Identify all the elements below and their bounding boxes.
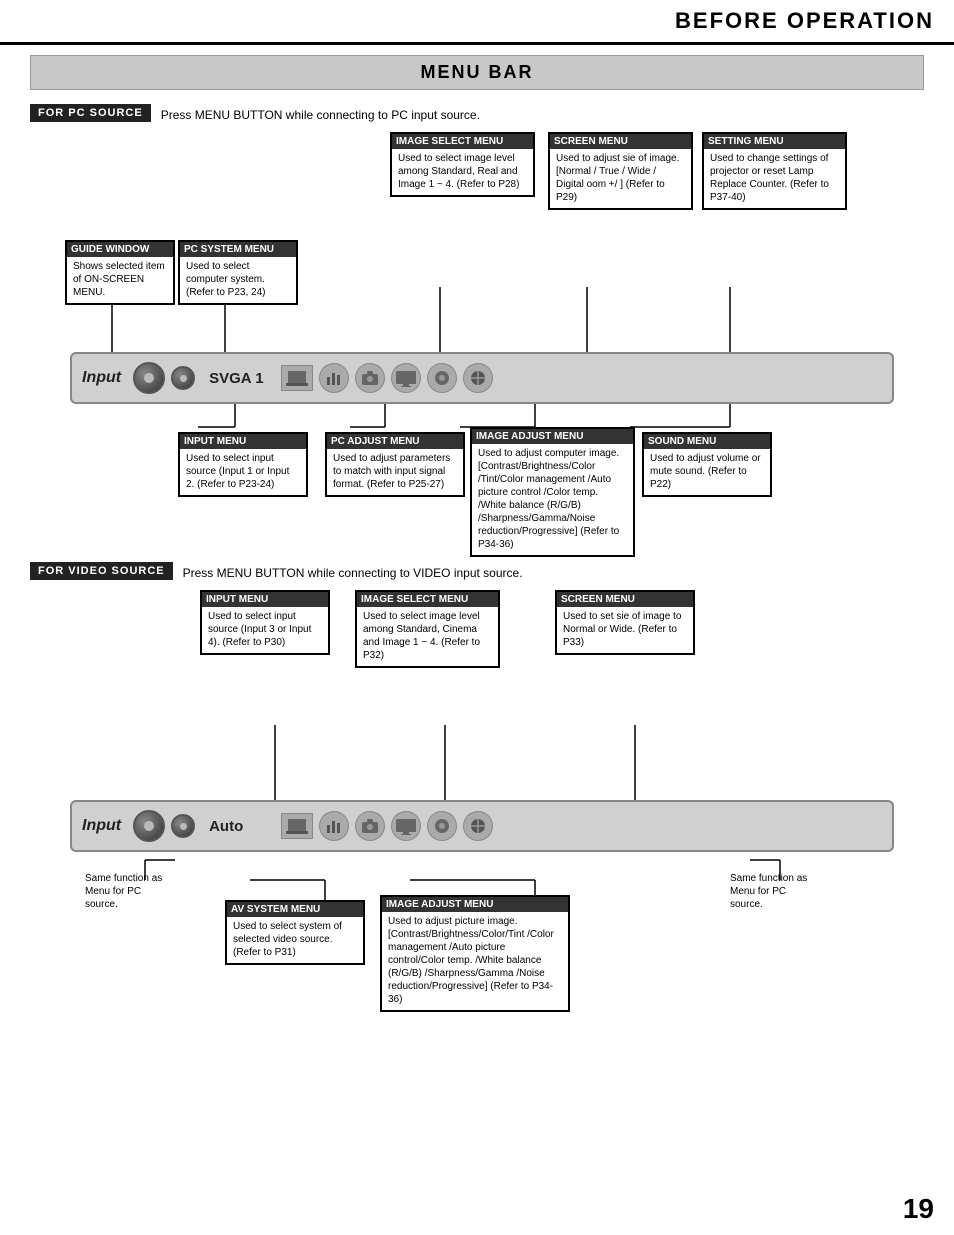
pc-image-adjust-title: IMAGE ADJUST MENU: [472, 429, 633, 444]
video-proj-icons: [281, 811, 493, 841]
pc-guide-title: GUIDE WINDOW: [67, 242, 173, 257]
pc-source-description: Press MENU BUTTON while connecting to PC…: [161, 108, 480, 122]
video-source-description: Press MENU BUTTON while connecting to VI…: [183, 566, 523, 580]
pc-image-adjust-text: Used to adjust computer image. [Contrast…: [478, 448, 619, 550]
pc-guide-text: Shows selected item of ON-SCREEN MENU.: [73, 261, 165, 298]
pc-screen-title: SCREEN MENU: [550, 134, 691, 149]
pc-system-text: Used to select computer system. (Refer t…: [186, 261, 265, 298]
pc-proj-source: SVGA 1: [209, 370, 269, 387]
pc-system-menu-callout: PC SYSTEM MENU Used to select computer s…: [178, 240, 298, 305]
page-header: BEFORE OPERATION: [0, 0, 954, 45]
pc-icon-screen: [391, 363, 421, 393]
video-av-system-callout: AV SYSTEM MENU Used to select system of …: [225, 900, 365, 965]
pc-sound-title: SOUND MENU: [644, 434, 770, 449]
pc-knob2-inner: [180, 375, 187, 382]
video-image-select-title: IMAGE SELECT MENU: [357, 592, 498, 607]
video-icon-screen: [391, 811, 421, 841]
video-image-select-text: Used to select image level among Standar…: [363, 611, 480, 661]
video-knob1-inner: [144, 821, 154, 831]
video-source-label: FOR VIDEO SOURCE: [30, 562, 173, 580]
same-function-right: Same function as Menu for PC source.: [730, 872, 820, 911]
pc-proj-input: Input: [82, 369, 121, 387]
video-image-adjust-title: IMAGE ADJUST MENU: [382, 897, 568, 912]
video-projector-bar: Input Auto: [70, 800, 894, 852]
pc-icon-bar-chart: [319, 363, 349, 393]
pc-icon-camera: [355, 363, 385, 393]
pc-screen-text: Used to adjust si​e of image. [Normal / …: [556, 153, 679, 203]
pc-proj-icons: [281, 363, 493, 393]
video-screen-title: SCREEN MENU: [557, 592, 693, 607]
video-screen-text: Used to set si​e of image to Normal or W…: [563, 611, 681, 648]
pc-input-menu-callout: INPUT MENU Used to select input source (…: [178, 432, 308, 497]
video-screen-menu-callout: SCREEN MENU Used to set si​e of image to…: [555, 590, 695, 655]
pc-input-text: Used to select input source (Input 1 or …: [186, 453, 289, 490]
pc-adjust-text: Used to adjust parameters to match with …: [333, 453, 450, 490]
video-image-select-callout: IMAGE SELECT MENU Used to select image l…: [355, 590, 500, 668]
pc-image-select-menu-callout: IMAGE SELECT MENU Used to select image l…: [390, 132, 535, 197]
pc-source-row: FOR PC SOURCE Press MENU BUTTON while co…: [30, 104, 924, 126]
video-knob2: [171, 814, 195, 838]
pc-setting-text: Used to change settings of projector or …: [710, 153, 829, 203]
pc-icon-laptop: [281, 365, 313, 391]
pc-sound-text: Used to adjust volume or mute sound. (Re…: [650, 453, 761, 490]
pc-icon-circle1: [427, 363, 457, 393]
pc-system-title: PC SYSTEM MENU: [180, 242, 296, 257]
pc-knob1: [133, 362, 165, 394]
page-number: 19: [903, 1193, 934, 1225]
video-proj-input: Input: [82, 817, 121, 835]
video-proj-source: Auto: [209, 818, 269, 835]
video-image-adjust-text: Used to adjust picture image. [Contrast/…: [388, 916, 554, 1005]
video-icon-camera: [355, 811, 385, 841]
pc-setting-title: SETTING MENU: [704, 134, 845, 149]
pc-guide-window-callout: GUIDE WINDOW Shows selected item of ON-S…: [65, 240, 175, 305]
pc-image-select-title: IMAGE SELECT MENU: [392, 134, 533, 149]
video-input-text: Used to select input source (Input 3 or …: [208, 611, 311, 648]
pc-source-label: FOR PC SOURCE: [30, 104, 151, 122]
video-input-menu-callout: INPUT MENU Used to select input source (…: [200, 590, 330, 655]
page-title: BEFORE OPERATION: [675, 8, 934, 34]
video-av-system-text: Used to select system of selected video …: [233, 921, 342, 958]
video-knob2-inner: [180, 823, 187, 830]
video-icon-laptop: [281, 813, 313, 839]
video-source-row: FOR VIDEO SOURCE Press MENU BUTTON while…: [30, 562, 924, 584]
pc-adjust-menu-callout: PC ADJUST MENU Used to adjust parameters…: [325, 432, 465, 497]
pc-setting-menu-callout: SETTING MENU Used to change settings of …: [702, 132, 847, 210]
section-title: MENU BAR: [421, 62, 534, 82]
pc-input-title: INPUT MENU: [180, 434, 306, 449]
video-image-adjust-callout: IMAGE ADJUST MENU Used to adjust picture…: [380, 895, 570, 1012]
pc-image-adjust-callout: IMAGE ADJUST MENU Used to adjust compute…: [470, 427, 635, 557]
pc-icon-circle2: [463, 363, 493, 393]
pc-diagram-section: IMAGE SELECT MENU Used to select image l…: [30, 132, 924, 552]
section-title-bar: MENU BAR: [30, 55, 924, 90]
pc-image-select-text: Used to select image level among Standar…: [398, 153, 519, 190]
video-icon-bar-chart: [319, 811, 349, 841]
same-function-left: Same function as Menu for PC source.: [85, 872, 175, 911]
video-icon-circle2: [463, 811, 493, 841]
video-icon-circle1: [427, 811, 457, 841]
pc-knob1-inner: [144, 373, 154, 383]
pc-knob2: [171, 366, 195, 390]
main-content: MENU BAR FOR PC SOURCE Press MENU BUTTON…: [0, 45, 954, 1050]
pc-sound-menu-callout: SOUND MENU Used to adjust volume or mute…: [642, 432, 772, 497]
pc-screen-menu-callout: SCREEN MENU Used to adjust si​e of image…: [548, 132, 693, 210]
video-diagram-section: INPUT MENU Used to select input source (…: [30, 590, 924, 1020]
pc-projector-bar: Input SVGA 1: [70, 352, 894, 404]
video-input-title: INPUT MENU: [202, 592, 328, 607]
pc-adjust-title: PC ADJUST MENU: [327, 434, 463, 449]
video-av-system-title: AV SYSTEM MENU: [227, 902, 363, 917]
video-knob1: [133, 810, 165, 842]
